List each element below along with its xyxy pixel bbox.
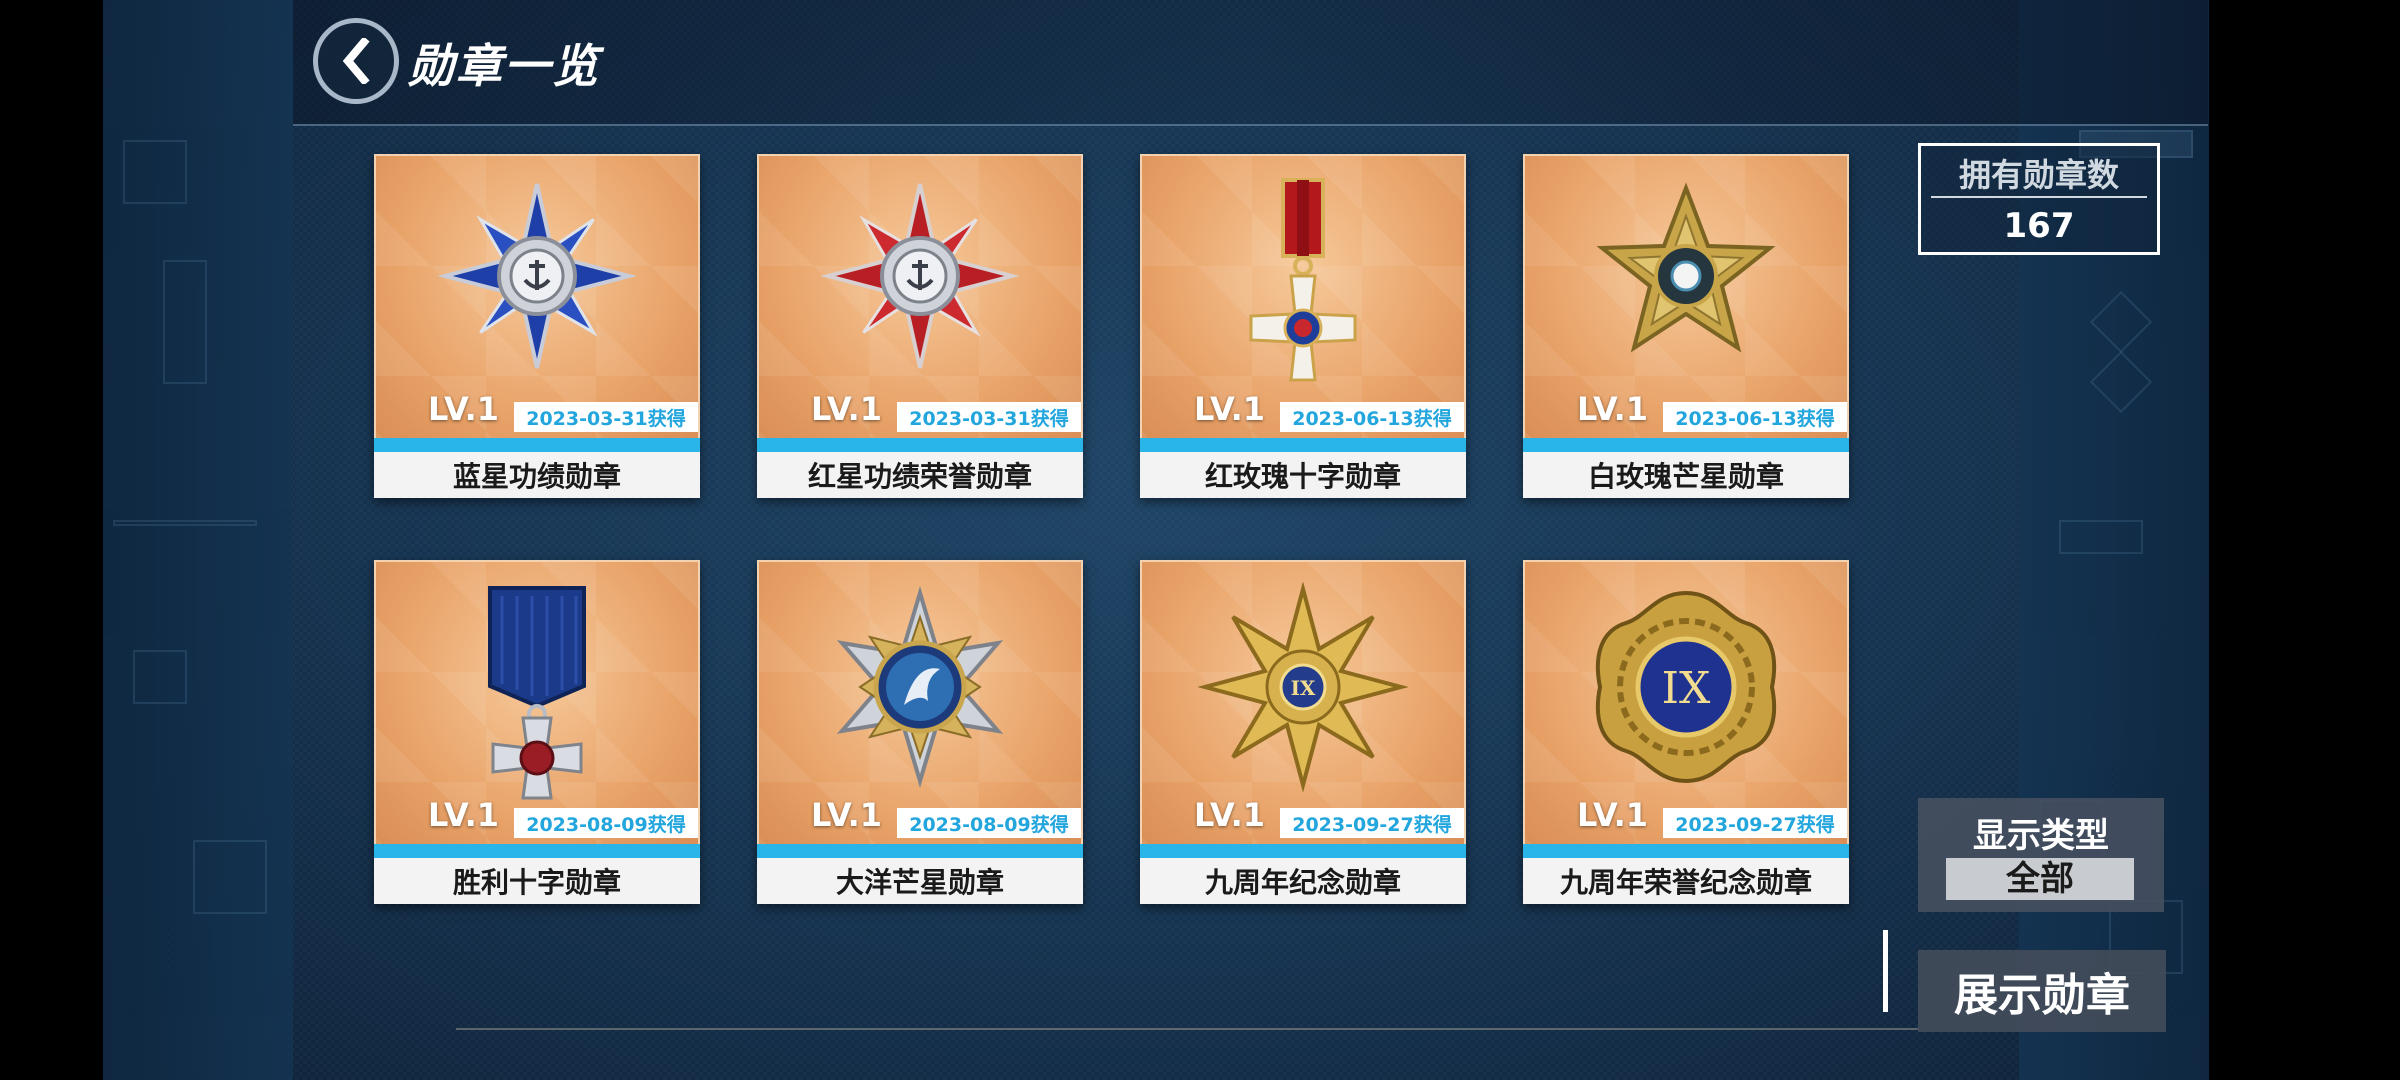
medal-name: 九周年荣誉纪念勋章 [1523, 858, 1849, 904]
medal-art [1140, 154, 1466, 440]
medal-date: 2023-06-13获得 [1280, 402, 1464, 432]
accent-bar [757, 438, 1083, 452]
left-decor-panel [103, 0, 293, 1080]
owned-divider [1931, 196, 2147, 198]
medal-card[interactable]: LV.1 2023-06-13获得 白玫瑰芒星勋章 [1523, 154, 1849, 498]
medal-art: IX [1523, 560, 1849, 846]
medal-card[interactable]: LV.1 2023-08-09获得 大洋芒星勋章 [757, 560, 1083, 904]
medal-name: 红星功绩荣誉勋章 [757, 452, 1083, 498]
accent-bar [1140, 438, 1466, 452]
blue-star-medal-icon [437, 183, 637, 369]
medal-level: LV.1 [1577, 390, 1649, 428]
medal-level: LV.1 [428, 796, 500, 834]
medal-name: 九周年纪念勋章 [1140, 858, 1466, 904]
red-rose-cross-medal-icon [1249, 178, 1357, 382]
display-type-filter: 显示类型 全部 [1918, 798, 2164, 912]
ninth-anniversary-medal-icon: IX [1198, 582, 1408, 792]
owned-count: 167 [2003, 206, 2075, 246]
medal-name: 红玫瑰十字勋章 [1140, 452, 1466, 498]
red-star-medal-icon [820, 183, 1020, 369]
accent-bar [1523, 844, 1849, 858]
victory-cross-medal-icon [488, 586, 586, 800]
medal-date: 2023-03-31获得 [897, 402, 1081, 432]
medal-card[interactable]: LV.1 2023-03-31获得 红星功绩荣誉勋章 [757, 154, 1083, 498]
medal-card[interactable]: LV.1 2023-03-31获得 蓝星功绩勋章 [374, 154, 700, 498]
medal-name: 白玫瑰芒星勋章 [1523, 452, 1849, 498]
medal-date: 2023-08-09获得 [514, 808, 698, 838]
accent-bar [757, 844, 1083, 858]
show-medal-button[interactable]: 展示勋章 [1918, 950, 2166, 1032]
medal-name: 蓝星功绩勋章 [374, 452, 700, 498]
filter-select[interactable]: 全部 [1946, 858, 2134, 900]
medal-date: 2023-06-13获得 [1663, 402, 1847, 432]
show-button-marker [1883, 930, 1888, 1012]
medal-date: 2023-09-27获得 [1663, 808, 1847, 838]
ocean-star-medal-icon [836, 586, 1004, 788]
owned-label: 拥有勋章数 [1958, 156, 2119, 194]
medal-level: LV.1 [811, 390, 883, 428]
accent-bar [1523, 438, 1849, 452]
medal-card[interactable]: LV.1 2023-08-09获得 胜利十字勋章 [374, 560, 700, 904]
medal-art [374, 560, 700, 846]
accent-bar [374, 438, 700, 452]
medal-card[interactable]: IX LV.1 2023-09-27获得 九周年纪念勋章 [1140, 560, 1466, 904]
medal-name: 大洋芒星勋章 [757, 858, 1083, 904]
svg-text:IX: IX [1291, 676, 1316, 700]
medal-level: LV.1 [1577, 796, 1649, 834]
ninth-anniversary-honor-medal-icon: IX [1595, 590, 1777, 784]
medal-art [757, 154, 1083, 440]
chevron-left-icon [342, 38, 370, 84]
bottom-divider [456, 1028, 1919, 1030]
medal-card[interactable]: IX LV.1 2023-09-27获得 九周年荣誉纪念勋章 [1523, 560, 1849, 904]
medal-level: LV.1 [1194, 796, 1266, 834]
medal-date: 2023-08-09获得 [897, 808, 1081, 838]
medal-art [374, 154, 700, 440]
accent-bar [374, 844, 700, 858]
medal-level: LV.1 [1194, 390, 1266, 428]
back-button[interactable] [313, 18, 399, 104]
medal-art: IX [1140, 560, 1466, 846]
filter-label: 显示类型 [1973, 816, 2109, 856]
medal-date: 2023-09-27获得 [1280, 808, 1464, 838]
header-divider [293, 124, 2208, 126]
medal-date: 2023-03-31获得 [514, 402, 698, 432]
medal-level: LV.1 [811, 796, 883, 834]
page-title: 勋章一览 [408, 39, 600, 93]
owned-medal-count-panel: 拥有勋章数 167 [1918, 143, 2160, 255]
medal-art [757, 560, 1083, 846]
medal-art [1523, 154, 1849, 440]
medal-name: 胜利十字勋章 [374, 858, 700, 904]
medal-level: LV.1 [428, 390, 500, 428]
svg-text:IX: IX [1662, 663, 1711, 714]
accent-bar [1140, 844, 1466, 858]
medal-card[interactable]: LV.1 2023-06-13获得 红玫瑰十字勋章 [1140, 154, 1466, 498]
white-rose-star-medal-icon [1596, 182, 1776, 353]
